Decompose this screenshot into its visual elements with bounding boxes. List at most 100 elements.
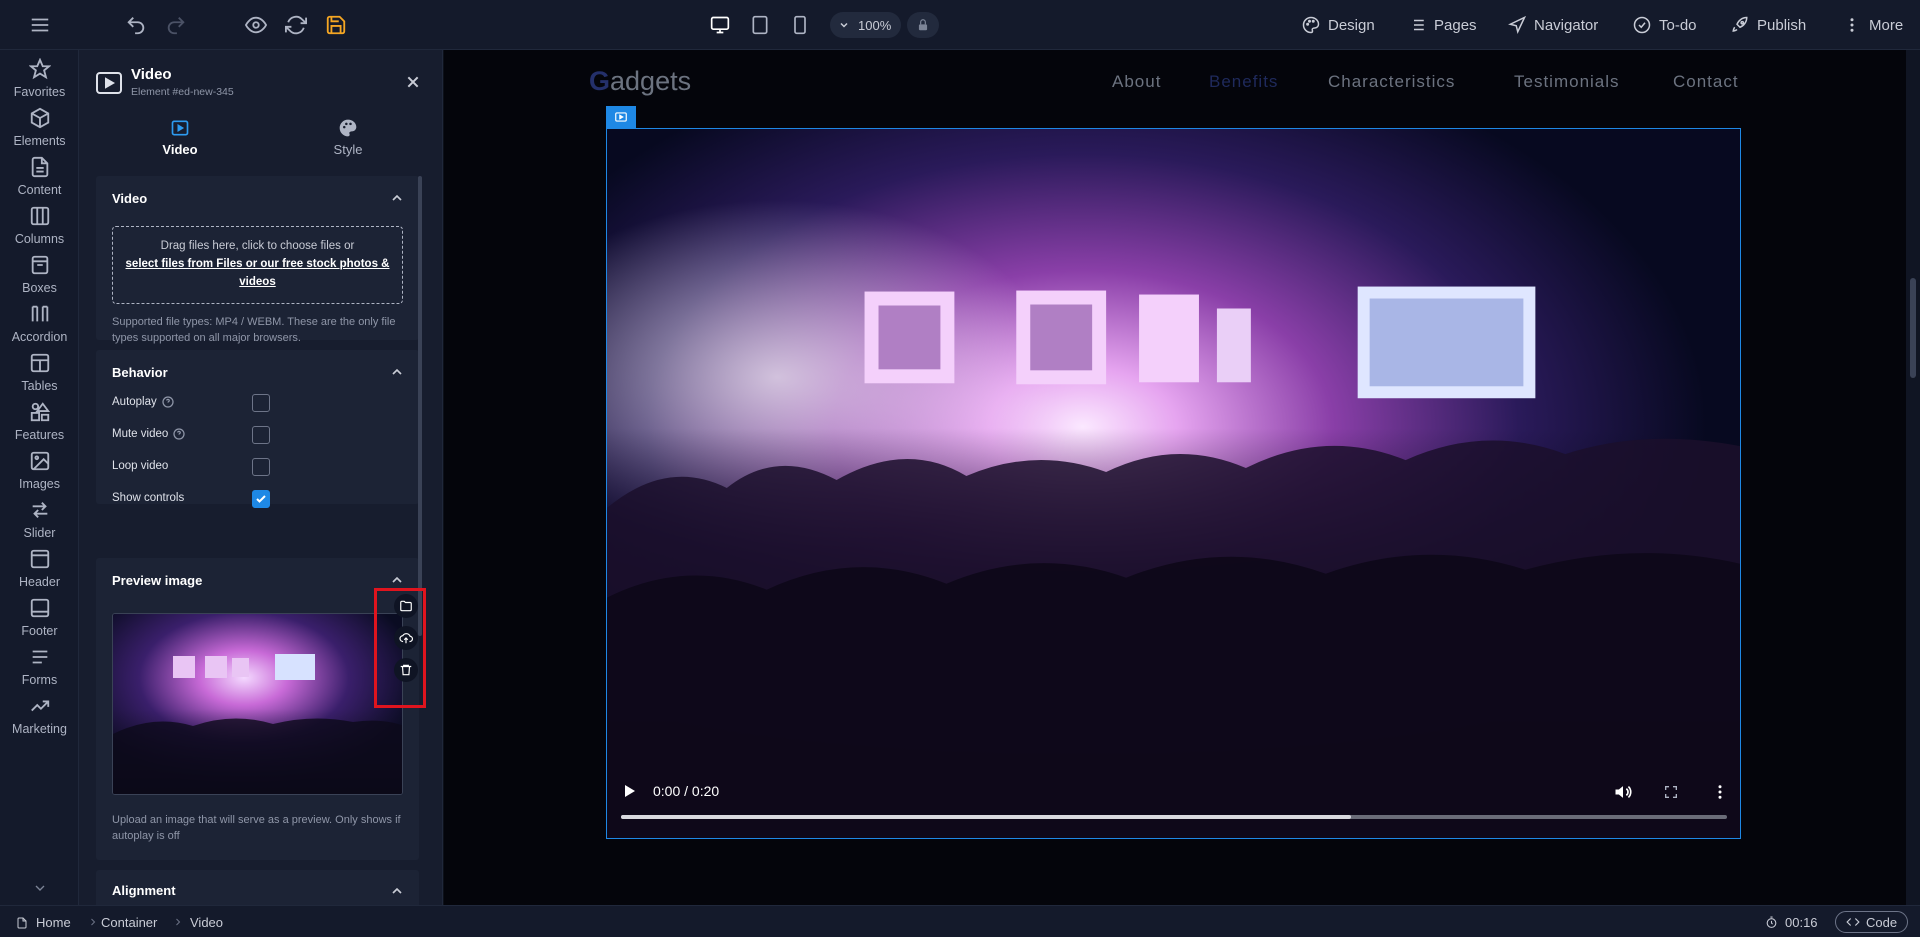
cube-icon (30, 107, 49, 129)
volume-icon[interactable] (1613, 782, 1633, 802)
session-timer: 00:16 (1765, 915, 1818, 930)
breadcrumb-container[interactable]: Container (101, 915, 157, 930)
tablet-view-icon[interactable] (740, 10, 780, 40)
panel-scrollbar[interactable] (418, 176, 422, 636)
video-progress-bar[interactable] (621, 815, 1727, 819)
video-element[interactable]: 0:00 / 0:20 (606, 128, 1741, 839)
rail-item-marketing[interactable]: Marketing (0, 695, 79, 755)
footer-icon (30, 598, 49, 618)
chevron-down-icon[interactable] (32, 880, 48, 896)
save-icon[interactable] (324, 13, 348, 37)
viewport-switcher: 100% (700, 10, 940, 40)
undo-icon[interactable] (124, 13, 148, 37)
breadcrumb-home[interactable]: Home (16, 915, 71, 930)
nav-benefits[interactable]: Benefits (1209, 72, 1278, 92)
redo-icon[interactable] (164, 13, 188, 37)
tab-style[interactable]: Style (273, 118, 423, 178)
panel-title: Video (131, 66, 172, 83)
preview-eye-icon[interactable] (244, 13, 268, 37)
canvas-scrollbar[interactable] (1906, 50, 1920, 905)
stopwatch-icon (1766, 916, 1777, 928)
chevron-up-icon[interactable] (389, 190, 405, 206)
selected-element-tag[interactable] (606, 106, 636, 128)
rail-label: Tables (21, 379, 58, 393)
close-icon[interactable] (405, 74, 421, 90)
video-element-icon (96, 72, 122, 94)
publish-menu[interactable]: Publish (1731, 0, 1806, 50)
section-title: Preview image (112, 573, 203, 588)
refresh-icon[interactable] (284, 13, 308, 37)
autoplay-checkbox[interactable] (252, 394, 270, 412)
desktop-view-icon[interactable] (700, 10, 740, 40)
slider-icon (32, 502, 47, 518)
timer-value: 00:16 (1785, 915, 1818, 930)
chevron-up-icon[interactable] (389, 364, 405, 380)
nav-testimonials[interactable]: Testimonials (1514, 72, 1620, 92)
site-logo[interactable]: Gadgets (589, 66, 691, 97)
chevron-right-icon (91, 918, 96, 926)
section-title: Alignment (112, 883, 176, 898)
cloud-upload-icon (399, 633, 413, 644)
loop-checkbox[interactable] (252, 458, 270, 476)
zoom-dropdown[interactable]: 100% (830, 12, 902, 38)
play-icon[interactable] (621, 783, 637, 799)
tab-video[interactable]: Video (105, 118, 255, 178)
play-square-icon (171, 120, 189, 136)
palette-icon (1302, 16, 1320, 34)
top-toolbar: 100% Design Pages Navigator To-do Publis… (0, 0, 1920, 50)
element-rail: Favorites Elements Content Columns Boxes… (0, 50, 79, 905)
rail-label: Slider (23, 526, 56, 540)
hamburger-menu-icon[interactable] (28, 13, 52, 37)
nav-characteristics[interactable]: Characteristics (1328, 72, 1455, 92)
mobile-view-icon[interactable] (780, 10, 820, 40)
help-icon[interactable] (173, 428, 185, 440)
chevron-up-icon[interactable] (389, 572, 405, 588)
image-icon (30, 451, 49, 471)
loop-text: Loop video (112, 460, 169, 472)
show-controls-checkbox[interactable] (252, 490, 270, 508)
help-icon[interactable] (162, 396, 174, 408)
navigator-menu[interactable]: Navigator (1508, 0, 1598, 50)
vertical-dots-icon[interactable] (1711, 783, 1729, 801)
select-files-link[interactable]: select files from Files or our free stoc… (113, 255, 402, 291)
breadcrumb-label: Home (36, 915, 71, 930)
rail-label: Accordion (11, 330, 68, 344)
zoom-value: 100% (858, 17, 892, 33)
more-menu[interactable]: More (1843, 0, 1903, 50)
accordion-icon (31, 305, 48, 322)
scrollbar-thumb[interactable] (1910, 278, 1916, 378)
todo-menu[interactable]: To-do (1633, 0, 1697, 50)
nav-about[interactable]: About (1112, 72, 1161, 92)
choose-file-button[interactable] (394, 594, 418, 618)
website-canvas: Gadgets About Benefits Characteristics T… (444, 50, 1906, 905)
fullscreen-icon[interactable] (1663, 784, 1679, 800)
header-icon (30, 549, 49, 569)
chevron-up-icon[interactable] (389, 883, 405, 899)
pages-menu[interactable]: Pages (1408, 0, 1477, 50)
upload-button[interactable] (394, 626, 418, 650)
chevron-down-icon (840, 22, 848, 28)
nav-contact[interactable]: Contact (1673, 72, 1739, 92)
breadcrumb-video[interactable]: Video (190, 915, 223, 930)
section-title: Video (112, 191, 148, 206)
tab-label: Style (333, 142, 363, 157)
lock-icon[interactable] (907, 12, 940, 38)
navigation-arrow-icon (1508, 16, 1526, 34)
rail-label: Footer (21, 624, 58, 638)
tab-label: Video (162, 142, 198, 157)
preview-image-thumbnail[interactable] (112, 613, 403, 795)
concert-video-frame (607, 129, 1740, 838)
check-circle-icon (1633, 16, 1651, 34)
rail-label: Features (14, 428, 65, 442)
publish-label: Publish (1757, 16, 1807, 34)
trash-icon (400, 664, 412, 676)
code-button[interactable]: Code (1835, 911, 1909, 933)
design-menu[interactable]: Design (1302, 0, 1375, 50)
code-icon (1846, 918, 1860, 926)
list-icon (1410, 19, 1424, 31)
autoplay-label: Autoplay (112, 396, 174, 408)
file-dropzone[interactable]: Drag files here, click to choose files o… (112, 226, 403, 304)
mute-checkbox[interactable] (252, 426, 270, 444)
autoplay-text: Autoplay (112, 396, 157, 408)
delete-button[interactable] (394, 658, 418, 682)
